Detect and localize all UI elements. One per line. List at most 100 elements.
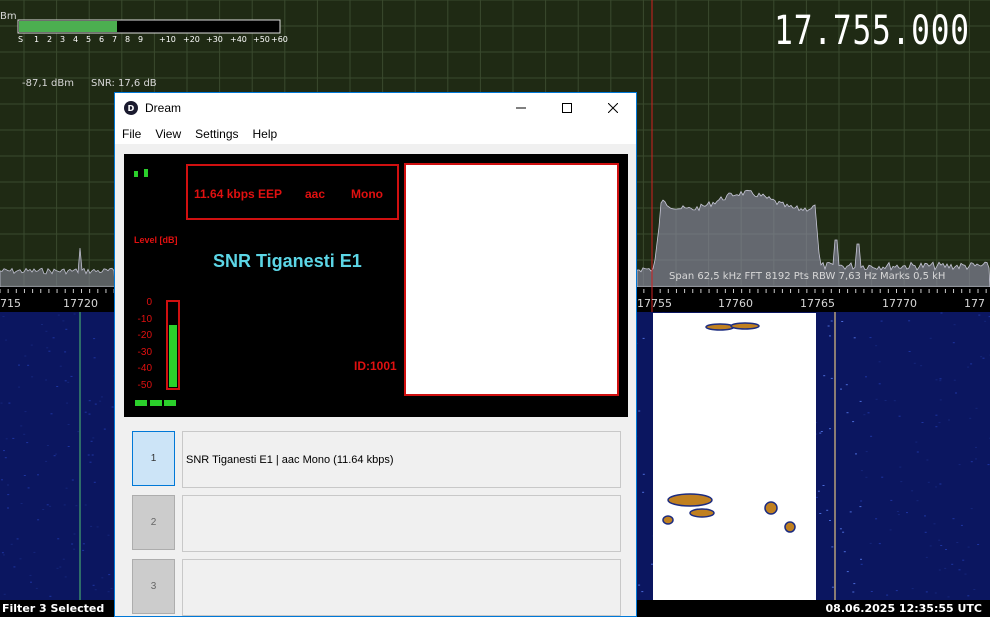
waterfall-feature [784, 521, 796, 533]
waterfall-speck [911, 588, 914, 590]
waterfall-speck [849, 511, 852, 513]
waterfall-speck [99, 400, 102, 402]
s-meter-scale-label: 3 [60, 35, 66, 44]
waterfall-speck [878, 543, 881, 545]
waterfall-speck [865, 451, 868, 453]
waterfall-speck [852, 591, 855, 593]
minimize-icon [516, 107, 526, 109]
waterfall-speck [896, 511, 899, 512]
close-button[interactable] [590, 93, 636, 123]
dream-window[interactable]: D Dream File View Settings Help 11.64 kb… [114, 92, 637, 617]
waterfall-speck [641, 591, 644, 593]
waterfall-speck [45, 460, 48, 462]
waterfall-speck [865, 376, 867, 378]
waterfall-speck [64, 380, 67, 382]
s-meter-scale-label: 8 [125, 35, 131, 44]
waterfall-speck [65, 487, 68, 489]
menu-help[interactable]: Help [246, 127, 285, 141]
s-meter-scale-label: 6 [99, 35, 105, 44]
waterfall-feature [667, 493, 713, 507]
waterfall-speck [67, 381, 70, 383]
waterfall-speck [977, 544, 980, 545]
waterfall-speck [908, 351, 911, 352]
waterfall-speck [94, 403, 97, 405]
waterfall-speck [92, 437, 95, 439]
waterfall-speck [92, 584, 95, 586]
service-button-2[interactable]: 2 [132, 495, 175, 550]
level-tick-label: -10 [137, 313, 152, 325]
waterfall-speck [3, 450, 5, 452]
frequency-display[interactable]: 17.755.000 [774, 8, 970, 54]
waterfall-speck [948, 419, 950, 421]
waterfall-speck [939, 399, 942, 401]
waterfall-speck [970, 363, 973, 365]
waterfall-speck [73, 533, 76, 535]
waterfall-speck [842, 531, 845, 533]
waterfall-speck [73, 313, 76, 315]
waterfall-speck [4, 457, 7, 459]
waterfall-speck [860, 500, 863, 502]
s-meter-scale-label: 5 [86, 35, 92, 44]
menu-settings[interactable]: Settings [188, 127, 245, 141]
waterfall-speck [101, 577, 104, 579]
waterfall-speck [56, 567, 59, 569]
waterfall-speck [64, 576, 67, 578]
dream-app-icon: D [124, 101, 138, 115]
waterfall-speck [878, 361, 881, 363]
waterfall-speck [24, 355, 27, 357]
waterfall-speck [953, 379, 956, 381]
waterfall-speck [8, 402, 11, 404]
waterfall-speck [920, 365, 923, 367]
waterfall-speck [860, 470, 863, 472]
waterfall-feature [764, 501, 778, 515]
waterfall-speck [107, 534, 110, 536]
dream-titlebar[interactable]: D Dream [115, 93, 636, 123]
waterfall-speck [958, 569, 961, 571]
waterfall-speck [869, 337, 872, 339]
waterfall-speck [925, 591, 928, 593]
menu-view[interactable]: View [148, 127, 188, 141]
waterfall-speck [829, 520, 831, 521]
waterfall-speck [870, 591, 873, 592]
waterfall-speck [975, 458, 977, 460]
waterfall-speck [100, 396, 103, 398]
waterfall-speck [970, 461, 973, 463]
waterfall-speck [884, 400, 887, 401]
waterfall-speck [975, 407, 978, 409]
waterfall-speck [638, 584, 641, 586]
waterfall-speck [829, 335, 831, 337]
waterfall-speck [12, 437, 15, 439]
waterfall-speck [927, 481, 930, 483]
waterfall-speck [875, 398, 878, 400]
waterfall-speck [916, 500, 919, 502]
axis-label: 17760 [718, 297, 753, 310]
waterfall-speck [46, 347, 49, 349]
waterfall-speck [973, 589, 976, 590]
sync-indicator-1 [134, 171, 138, 177]
waterfall-speck [84, 504, 87, 506]
slideshow-area [404, 163, 619, 396]
waterfall-speck [16, 538, 19, 540]
waterfall-speck [651, 563, 653, 565]
s-meter-scale-label: +50 [253, 35, 270, 44]
channels-label: Mono [351, 187, 383, 201]
waterfall-speck [881, 476, 884, 478]
s-meter-scale-label: 9 [138, 35, 144, 44]
minimize-button[interactable] [498, 93, 544, 123]
service-button-3[interactable]: 3 [132, 559, 175, 614]
close-icon [608, 103, 618, 113]
s-meter-scale: S 1 2 3 4 5 6 7 8 9 +10 +20 +30 +40 +50 +60 [18, 35, 288, 47]
level-tick-label: 0 [146, 297, 152, 308]
waterfall-speck [945, 549, 947, 550]
waterfall-speck [1, 552, 4, 554]
waterfall-speck [908, 320, 911, 322]
waterfall-speck [67, 424, 70, 425]
waterfall-speck [49, 595, 52, 597]
menu-file[interactable]: File [115, 127, 148, 141]
service-id: ID:1001 [354, 359, 397, 373]
waterfall-speck [2, 554, 5, 556]
waterfall-speck [59, 365, 62, 367]
waterfall-speck [890, 499, 893, 501]
service-button-1[interactable]: 1 [132, 431, 175, 486]
maximize-button[interactable] [544, 93, 590, 123]
